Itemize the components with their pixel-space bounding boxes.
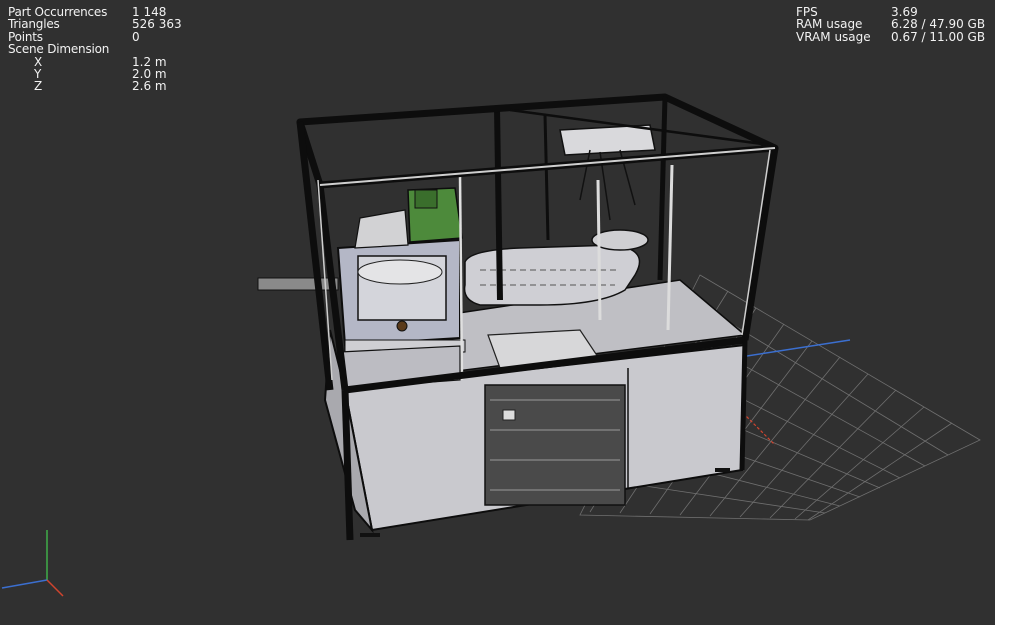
pillar-center — [494, 107, 503, 301]
stat-value: 0 — [132, 29, 140, 44]
stat-row-vram: VRAM usage 0.67 / 11.00 GB — [796, 29, 986, 44]
stat-label: Z — [34, 79, 43, 94]
stat-label: X — [34, 54, 43, 69]
stat-value: 526 363 — [132, 17, 182, 32]
pillar-center-2 — [543, 114, 550, 241]
stat-label: Triangles — [8, 17, 60, 32]
stat-value: 6.28 / 47.90 GB — [891, 17, 986, 32]
base-door-opening — [484, 384, 626, 506]
stat-value: 0.67 / 11.00 GB — [891, 29, 986, 44]
stat-label: Y — [34, 67, 42, 82]
gizmo-axis-z — [1, 579, 48, 589]
stat-row-ram: RAM usage 6.28 / 47.90 GB — [796, 17, 986, 32]
gizmo-axis-x — [46, 579, 64, 597]
stat-row-triangles: Triangles 526 363 — [8, 17, 182, 32]
stat-label: RAM usage — [796, 17, 863, 32]
scene-canvas[interactable] — [0, 0, 995, 625]
scene-stats-panel: Part Occurrences 1 148 Triangles 526 363… — [8, 6, 182, 93]
module-indicator — [396, 320, 408, 332]
stat-label: Scene Dimension — [8, 42, 110, 57]
conveyor-loop — [463, 244, 641, 306]
stat-row-dim-z: Z 2.6 m — [8, 79, 182, 94]
performance-stats-panel: FPS 3.69 RAM usage 6.28 / 47.90 GB VRAM … — [796, 6, 986, 44]
machine-model[interactable] — [257, 93, 779, 541]
stat-row-scene-dimension: Scene Dimension — [8, 42, 182, 57]
stat-value: 2.6 m — [132, 79, 167, 94]
3d-viewport[interactable]: Part Occurrences 1 148 Triangles 526 363… — [0, 0, 995, 625]
cabinet-handle — [502, 409, 516, 421]
stat-label: VRAM usage — [796, 29, 871, 44]
axis-gizmo-icon[interactable] — [0, 520, 80, 610]
